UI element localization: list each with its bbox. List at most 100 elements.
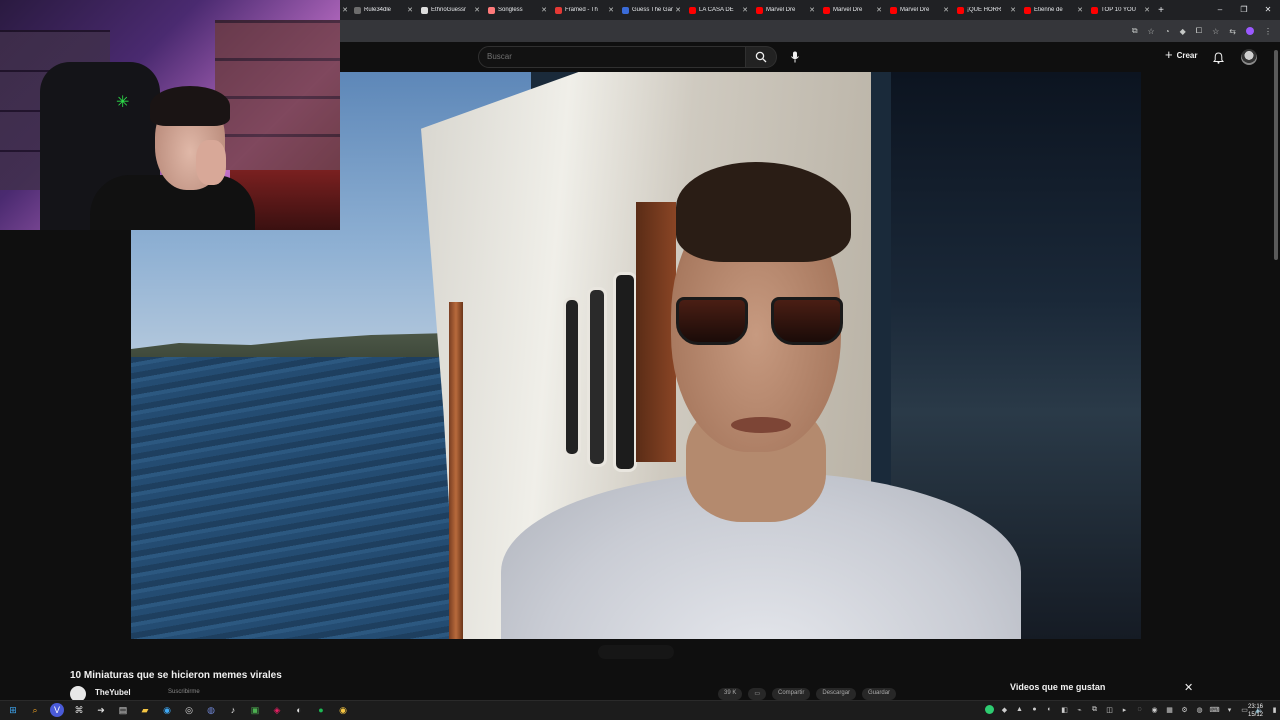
notifications-button[interactable] — [1212, 51, 1225, 69]
tray-icon[interactable]: ⌁ — [1075, 705, 1084, 714]
tiktok-icon[interactable]: ♪ — [226, 703, 240, 717]
battery-icon[interactable]: ▮ — [1270, 705, 1279, 714]
tray-icon[interactable]: ▦ — [1165, 705, 1174, 714]
browser-tab[interactable]: Songless ✕ — [484, 0, 551, 20]
tray-icon[interactable]: ● — [1030, 705, 1039, 714]
app-icon[interactable]: ◈ — [270, 703, 284, 717]
close-icon[interactable]: ✕ — [474, 6, 480, 14]
close-icon[interactable]: ✕ — [340, 6, 350, 14]
browser-tab[interactable]: Etienne de ✕ — [1020, 0, 1087, 20]
close-window-button[interactable]: ✕ — [1256, 0, 1280, 20]
tray-icon[interactable]: ▲ — [1015, 705, 1024, 714]
new-tab-button[interactable]: + — [1154, 5, 1168, 16]
tab-title: Etienne de — [1034, 7, 1063, 13]
app-icon[interactable]: ⌘ — [72, 703, 86, 717]
browser-tab[interactable]: Framed - Th ✕ — [551, 0, 618, 20]
page-scrollbar[interactable] — [1272, 42, 1280, 700]
file-explorer-icon[interactable]: ▰ — [138, 703, 152, 717]
browser-tab[interactable]: Marvel Dre ✕ — [752, 0, 819, 20]
close-icon[interactable]: ✕ — [1077, 6, 1083, 14]
minimize-button[interactable]: – — [1208, 0, 1232, 20]
browser-tab[interactable]: LA CASA DE ✕ — [685, 0, 752, 20]
webcam-person-hand — [196, 140, 226, 185]
search-input[interactable]: Buscar — [478, 46, 746, 68]
channel-name[interactable]: TheYubel — [95, 688, 131, 697]
browser-tab[interactable]: Marvel Dre ✕ — [886, 0, 953, 20]
browser-tab[interactable]: TOP 10 YOU ✕ — [1087, 0, 1154, 20]
app-icon[interactable]: ◉ — [160, 703, 174, 717]
steam-icon[interactable]: ◎ — [182, 703, 196, 717]
app-icon[interactable]: ◐ — [292, 703, 306, 717]
search-button[interactable] — [746, 46, 777, 68]
save-button[interactable]: Guardar — [862, 688, 897, 700]
close-icon[interactable]: ✕ — [1184, 681, 1193, 694]
tray-icon[interactable]: ◌ — [1135, 705, 1144, 714]
tray-icon[interactable]: ⧉ — [1090, 705, 1099, 714]
tray-icon[interactable]: ⚙ — [1180, 705, 1189, 714]
app-icon[interactable]: ▣ — [248, 703, 262, 717]
like-button[interactable]: 39 K — [718, 688, 743, 700]
close-icon[interactable]: ✕ — [943, 6, 949, 14]
search-icon[interactable]: ⌕ — [28, 703, 42, 717]
close-icon[interactable]: ✕ — [742, 6, 748, 14]
tab-favicon-icon — [421, 6, 428, 14]
tray-icon[interactable]: ▸ — [1120, 705, 1129, 714]
tab-title: Guess The Game — [632, 7, 673, 13]
maximize-button[interactable]: ❐ — [1232, 0, 1256, 20]
close-icon[interactable]: ✕ — [541, 6, 547, 14]
tab-search-icon[interactable]: ⇆ — [1229, 27, 1236, 36]
create-button[interactable]: + Crear — [1165, 48, 1198, 61]
tray-icon[interactable]: ◉ — [1150, 705, 1159, 714]
download-button[interactable]: Descargar — [816, 688, 857, 700]
browser-tab[interactable]: Guess The Game✕ — [618, 0, 685, 20]
close-icon[interactable]: ✕ — [407, 6, 413, 14]
close-icon[interactable]: ✕ — [675, 6, 681, 14]
tab-title: Rule34dle — [364, 7, 392, 13]
tray-icon[interactable] — [985, 705, 994, 714]
extensions-puzzle-icon[interactable]: ⧠ — [1196, 26, 1202, 36]
reading-list-icon[interactable]: ☆ — [1212, 27, 1219, 36]
profile-extension-icon[interactable] — [1246, 27, 1254, 35]
app-icon[interactable]: ➜ — [94, 703, 108, 717]
tray-icon[interactable]: ◍ — [1195, 705, 1204, 714]
app-icon[interactable]: V — [50, 703, 64, 717]
extension-icon[interactable]: ◔ — [1165, 27, 1170, 36]
scrollbar-thumb[interactable] — [1274, 50, 1278, 260]
tray-icon[interactable]: ⌨ — [1209, 705, 1219, 714]
dislike-button[interactable]: ▭ — [748, 688, 767, 700]
voice-search-button[interactable] — [786, 48, 804, 66]
app-icon[interactable]: ▤ — [116, 703, 130, 717]
chrome-icon[interactable]: ◉ — [336, 703, 350, 717]
close-icon[interactable]: ✕ — [876, 6, 882, 14]
tray-icon[interactable]: ◐ — [1045, 705, 1054, 714]
player-controls-hint[interactable] — [598, 645, 674, 659]
bookmark-star-icon[interactable]: ☆ — [1148, 27, 1155, 36]
browser-tab[interactable]: Marvel Dre ✕ — [819, 0, 886, 20]
close-icon[interactable]: ✕ — [809, 6, 815, 14]
close-icon[interactable]: ✕ — [1010, 6, 1016, 14]
browser-menu-icon[interactable]: ⋮ — [1264, 27, 1272, 36]
browser-tab[interactable]: EthnoGuessr ✕ — [417, 0, 484, 20]
tray-icon[interactable]: ◧ — [1060, 705, 1069, 714]
tab-title: Marvel Dre — [766, 7, 796, 13]
account-avatar[interactable] — [1241, 49, 1257, 65]
close-icon[interactable]: ✕ — [608, 6, 614, 14]
discord-icon[interactable]: ◍ — [204, 703, 218, 717]
video-frame-sunglasses — [676, 297, 846, 347]
share-button[interactable]: Compartir — [772, 688, 811, 700]
tray-icon[interactable]: ▾ — [1225, 705, 1234, 714]
browser-tab[interactable]: ¡QUE HORR ✕ — [953, 0, 1020, 20]
spotify-icon[interactable]: ● — [314, 703, 328, 717]
video-frame-person-mouth — [731, 417, 791, 433]
tray-icon[interactable]: ◫ — [1105, 705, 1114, 714]
tray-icon[interactable]: ◆ — [1000, 705, 1009, 714]
close-icon[interactable]: ✕ — [1144, 6, 1150, 14]
windows-start-icon[interactable]: ⊞ — [6, 703, 20, 717]
extension-icon[interactable]: ◆ — [1180, 27, 1186, 36]
install-app-icon[interactable]: ⧉ — [1132, 26, 1138, 36]
tab-favicon-icon — [1091, 6, 1098, 14]
tab-title: Marvel Dre — [833, 7, 863, 13]
taskbar-clock[interactable]: 23:16 15/12 — [1248, 703, 1263, 719]
browser-tab[interactable]: Rule34dle ✕ — [350, 0, 417, 20]
tab-title: TOP 10 YOU — [1101, 7, 1137, 13]
